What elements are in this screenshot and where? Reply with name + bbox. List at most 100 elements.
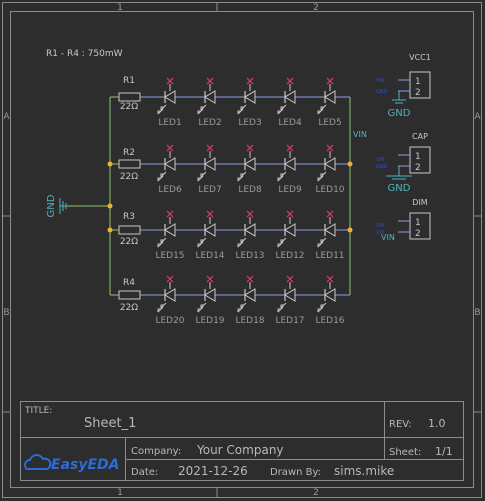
resistor-value: 22Ω [120, 172, 138, 182]
led-ref: LED15 [155, 251, 184, 261]
led[interactable]: LED15 [155, 210, 185, 261]
led[interactable]: LED17 [275, 275, 305, 326]
led[interactable]: LED11 [315, 210, 345, 261]
led[interactable]: LED10 [315, 144, 345, 195]
led[interactable]: LED16 [315, 275, 345, 326]
led[interactable]: LED7 [197, 144, 222, 195]
light-emission-icon [317, 302, 327, 313]
drawn-by-label: Drawn By: [270, 467, 321, 478]
led[interactable]: LED20 [155, 275, 185, 326]
led[interactable]: LED12 [275, 210, 305, 261]
connector-net-below: GND [388, 108, 411, 119]
col-label-top-2: 2 [313, 3, 319, 13]
resistor-r1[interactable]: R1 22Ω [118, 76, 141, 112]
row-label-left-b: B [3, 308, 9, 318]
led[interactable]: LED8 [237, 144, 262, 195]
no-connect-icon [326, 210, 334, 218]
led[interactable]: LED14 [195, 210, 225, 261]
led-ref: LED16 [315, 316, 344, 326]
light-emission-icon [237, 237, 247, 248]
junction-dot [107, 203, 113, 209]
diode-body [324, 223, 336, 237]
led[interactable]: LED13 [235, 210, 265, 261]
resistor-ref: R1 [123, 76, 135, 86]
led-ref: LED5 [318, 118, 341, 128]
col-label-top-1: 1 [117, 3, 123, 13]
row-label-right-a: A [474, 112, 481, 122]
led[interactable]: LED6 [157, 144, 182, 195]
connector-vcc1[interactable]: VCC1 1 2 VIN GND GND [376, 53, 431, 119]
connector-dim[interactable]: DIM 1 2 VIN VIN VIN [376, 198, 431, 242]
junction-dot [347, 227, 353, 233]
diode-body [324, 90, 336, 104]
row-label-right-b: B [474, 308, 480, 318]
resistor-value: 22Ω [120, 102, 138, 112]
diode-body [164, 157, 176, 171]
easyeda-logo: EasyEDA [24, 454, 120, 473]
no-connect-icon [286, 144, 294, 152]
resistor-value: 22Ω [120, 237, 138, 247]
connector-cap[interactable]: CAP 1 2 VIN GND GND [376, 132, 431, 194]
light-emission-icon [157, 104, 167, 115]
light-emission-icon [277, 171, 287, 182]
resistor-value: 22Ω [120, 303, 138, 313]
diode-body [244, 157, 256, 171]
diode-body [284, 157, 296, 171]
sheet-label: Sheet: [389, 447, 421, 458]
diode-body [284, 223, 296, 237]
led-ref: LED1 [158, 118, 181, 128]
diode-body [324, 288, 336, 302]
light-emission-icon [237, 302, 247, 313]
led[interactable]: LED2 [197, 77, 222, 128]
diode-body [204, 288, 216, 302]
led-ref: LED19 [195, 316, 224, 326]
light-emission-icon [317, 237, 327, 248]
diode-body [244, 90, 256, 104]
logo-text: EasyEDA [51, 457, 120, 473]
diode-body [204, 157, 216, 171]
no-connect-icon [206, 144, 214, 152]
no-connect-icon [206, 275, 214, 283]
resistor-r3[interactable]: R3 22Ω [118, 212, 141, 247]
light-emission-icon [197, 302, 207, 313]
no-connect-icon [166, 77, 174, 85]
no-connect-icon [246, 77, 254, 85]
light-emission-icon [157, 171, 167, 182]
no-connect-icon [246, 275, 254, 283]
gnd-symbol-left[interactable] [59, 198, 67, 214]
led-ref: LED14 [195, 251, 224, 261]
schematic-canvas: 1 2 1 2 A A B B R1 - R4 : 750mW R1 22Ω R… [2, 2, 482, 498]
light-emission-icon [277, 237, 287, 248]
led[interactable]: LED4 [277, 77, 302, 128]
title-block: TITLE: Sheet_1 REV: 1.0 Company: Your Co… [20, 401, 464, 481]
connector-port-1: VIN [376, 78, 385, 84]
light-emission-icon [277, 302, 287, 313]
light-emission-icon [277, 104, 287, 115]
resistor-ref: R2 [123, 148, 135, 158]
sheet-value: 1/1 [435, 445, 453, 458]
connector-port-1: VIN [376, 223, 385, 229]
diode-body [244, 223, 256, 237]
led-ref: LED2 [198, 118, 221, 128]
no-connect-icon [286, 275, 294, 283]
connector-port-1: VIN [376, 157, 385, 163]
led[interactable]: LED5 [317, 77, 342, 128]
date-label: Date: [131, 467, 158, 478]
resistor-r2[interactable]: R2 22Ω [118, 148, 141, 182]
led-ref: LED12 [275, 251, 304, 261]
led[interactable]: LED3 [237, 77, 262, 128]
led[interactable]: LED1 [157, 77, 182, 128]
led-ref: LED9 [278, 185, 302, 195]
led[interactable]: LED19 [195, 275, 225, 326]
resistor-ref: R3 [123, 212, 135, 222]
light-emission-icon [317, 104, 327, 115]
led-ref: LED10 [315, 185, 344, 195]
gnd-net-label: GND [46, 194, 57, 217]
diode-body [244, 288, 256, 302]
led[interactable]: LED18 [235, 275, 265, 326]
diode-body [204, 90, 216, 104]
no-connect-icon [166, 210, 174, 218]
junction-dot [107, 161, 113, 167]
led[interactable]: LED9 [277, 144, 302, 195]
resistor-r4[interactable]: R4 22Ω [118, 278, 141, 313]
